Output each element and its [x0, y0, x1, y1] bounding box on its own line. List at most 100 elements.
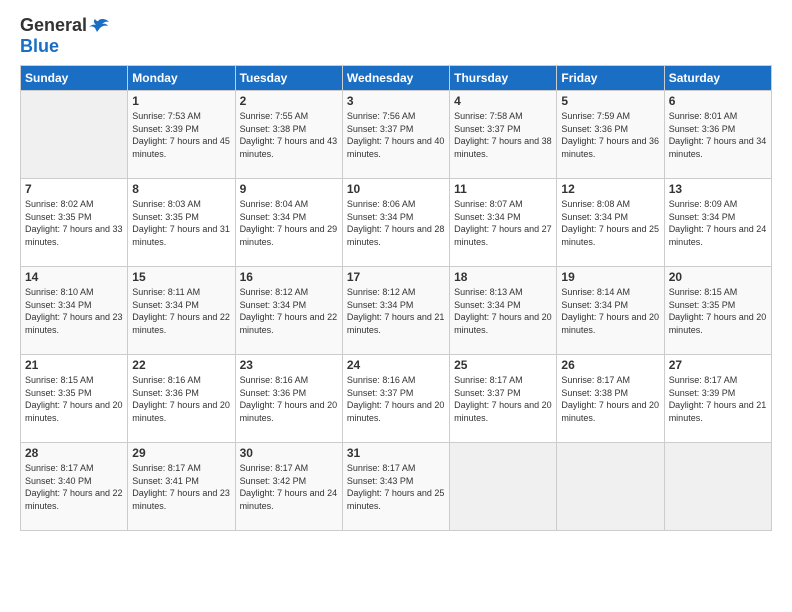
calendar-cell: 21Sunrise: 8:15 AMSunset: 3:35 PMDayligh… — [21, 355, 128, 443]
cell-details: Sunrise: 8:10 AMSunset: 3:34 PMDaylight:… — [25, 286, 123, 336]
day-number: 30 — [240, 446, 338, 460]
cell-details: Sunrise: 8:15 AMSunset: 3:35 PMDaylight:… — [669, 286, 767, 336]
day-number: 19 — [561, 270, 659, 284]
calendar-cell: 5 Sunrise: 7:59 AMSunset: 3:36 PMDaylight… — [557, 91, 664, 179]
cell-details: Sunrise: 7:55 AMSunset: 3:38 PMDaylight:… — [240, 110, 338, 160]
calendar-cell: 13 Sunrise: 8:09 AMSunset: 3:34 PMDayligh… — [664, 179, 771, 267]
day-number: 2 — [240, 94, 338, 108]
cell-details: Sunrise: 7:58 AMSunset: 3:37 PMDaylight:… — [454, 110, 552, 160]
cell-details: Sunrise: 8:17 AMSunset: 3:39 PMDaylight:… — [669, 374, 767, 424]
weekday-header-saturday: Saturday — [664, 66, 771, 91]
calendar-cell: 26 Sunrise: 8:17 AMSunset: 3:38 PMDayligh… — [557, 355, 664, 443]
day-number: 6 — [669, 94, 767, 108]
calendar-week-row: 21Sunrise: 8:15 AMSunset: 3:35 PMDayligh… — [21, 355, 772, 443]
day-number: 29 — [132, 446, 230, 460]
day-number: 28 — [25, 446, 123, 460]
calendar-cell: 28Sunrise: 8:17 AMSunset: 3:40 PMDayligh… — [21, 443, 128, 531]
header: General Blue — [20, 15, 772, 57]
cell-details: Sunrise: 8:04 AMSunset: 3:34 PMDaylight:… — [240, 198, 338, 248]
cell-details: Sunrise: 8:16 AMSunset: 3:36 PMDaylight:… — [240, 374, 338, 424]
day-number: 31 — [347, 446, 445, 460]
calendar-cell: 22 Sunrise: 8:16 AMSunset: 3:36 PMDayligh… — [128, 355, 235, 443]
day-number: 7 — [25, 182, 123, 196]
cell-details: Sunrise: 8:14 AMSunset: 3:34 PMDaylight:… — [561, 286, 659, 336]
calendar-cell: 9 Sunrise: 8:04 AMSunset: 3:34 PMDaylight… — [235, 179, 342, 267]
cell-details: Sunrise: 8:06 AMSunset: 3:34 PMDaylight:… — [347, 198, 445, 248]
calendar-cell: 17Sunrise: 8:12 AMSunset: 3:34 PMDayligh… — [342, 267, 449, 355]
cell-details: Sunrise: 7:56 AMSunset: 3:37 PMDaylight:… — [347, 110, 445, 160]
cell-details: Sunrise: 8:07 AMSunset: 3:34 PMDaylight:… — [454, 198, 552, 248]
calendar-week-row: 7 Sunrise: 8:02 AMSunset: 3:35 PMDaylight… — [21, 179, 772, 267]
day-number: 16 — [240, 270, 338, 284]
calendar-cell: 3 Sunrise: 7:56 AMSunset: 3:37 PMDaylight… — [342, 91, 449, 179]
day-number: 22 — [132, 358, 230, 372]
cell-details: Sunrise: 8:03 AMSunset: 3:35 PMDaylight:… — [132, 198, 230, 248]
day-number: 27 — [669, 358, 767, 372]
calendar-cell — [450, 443, 557, 531]
cell-details: Sunrise: 8:12 AMSunset: 3:34 PMDaylight:… — [240, 286, 338, 336]
calendar-week-row: 14 Sunrise: 8:10 AMSunset: 3:34 PMDayligh… — [21, 267, 772, 355]
logo-blue-text: Blue — [20, 36, 59, 56]
calendar-cell: 11Sunrise: 8:07 AMSunset: 3:34 PMDayligh… — [450, 179, 557, 267]
cell-details: Sunrise: 8:17 AMSunset: 3:42 PMDaylight:… — [240, 462, 338, 512]
calendar-cell: 14 Sunrise: 8:10 AMSunset: 3:34 PMDayligh… — [21, 267, 128, 355]
cell-details: Sunrise: 8:16 AMSunset: 3:36 PMDaylight:… — [132, 374, 230, 424]
calendar-week-row: 28Sunrise: 8:17 AMSunset: 3:40 PMDayligh… — [21, 443, 772, 531]
cell-details: Sunrise: 8:01 AMSunset: 3:36 PMDaylight:… — [669, 110, 767, 160]
calendar-cell: 16 Sunrise: 8:12 AMSunset: 3:34 PMDayligh… — [235, 267, 342, 355]
day-number: 10 — [347, 182, 445, 196]
day-number: 13 — [669, 182, 767, 196]
page: General Blue SundayMondayTuesdayWednesda… — [0, 0, 792, 612]
day-number: 23 — [240, 358, 338, 372]
day-number: 3 — [347, 94, 445, 108]
cell-details: Sunrise: 8:09 AMSunset: 3:34 PMDaylight:… — [669, 198, 767, 248]
logo-bird-icon — [89, 18, 109, 34]
calendar-cell — [557, 443, 664, 531]
cell-details: Sunrise: 8:08 AMSunset: 3:34 PMDaylight:… — [561, 198, 659, 248]
calendar: SundayMondayTuesdayWednesdayThursdayFrid… — [20, 65, 772, 531]
weekday-header-tuesday: Tuesday — [235, 66, 342, 91]
day-number: 18 — [454, 270, 552, 284]
calendar-cell: 4 Sunrise: 7:58 AMSunset: 3:37 PMDaylight… — [450, 91, 557, 179]
cell-details: Sunrise: 8:13 AMSunset: 3:34 PMDaylight:… — [454, 286, 552, 336]
calendar-cell: 12 Sunrise: 8:08 AMSunset: 3:34 PMDayligh… — [557, 179, 664, 267]
cell-details: Sunrise: 8:17 AMSunset: 3:37 PMDaylight:… — [454, 374, 552, 424]
day-number: 20 — [669, 270, 767, 284]
calendar-cell: 27 Sunrise: 8:17 AMSunset: 3:39 PMDayligh… — [664, 355, 771, 443]
day-number: 5 — [561, 94, 659, 108]
day-number: 26 — [561, 358, 659, 372]
calendar-cell: 18 Sunrise: 8:13 AMSunset: 3:34 PMDayligh… — [450, 267, 557, 355]
cell-details: Sunrise: 7:59 AMSunset: 3:36 PMDaylight:… — [561, 110, 659, 160]
calendar-cell — [21, 91, 128, 179]
calendar-week-row: 1Sunrise: 7:53 AMSunset: 3:39 PMDaylight… — [21, 91, 772, 179]
weekday-header-monday: Monday — [128, 66, 235, 91]
cell-details: Sunrise: 8:02 AMSunset: 3:35 PMDaylight:… — [25, 198, 123, 248]
cell-details: Sunrise: 8:16 AMSunset: 3:37 PMDaylight:… — [347, 374, 445, 424]
calendar-cell: 31Sunrise: 8:17 AMSunset: 3:43 PMDayligh… — [342, 443, 449, 531]
calendar-cell: 7 Sunrise: 8:02 AMSunset: 3:35 PMDaylight… — [21, 179, 128, 267]
calendar-cell: 1Sunrise: 7:53 AMSunset: 3:39 PMDaylight… — [128, 91, 235, 179]
cell-details: Sunrise: 8:17 AMSunset: 3:41 PMDaylight:… — [132, 462, 230, 512]
day-number: 17 — [347, 270, 445, 284]
logo-general-text: General — [20, 15, 87, 36]
day-number: 21 — [25, 358, 123, 372]
calendar-cell: 19 Sunrise: 8:14 AMSunset: 3:34 PMDayligh… — [557, 267, 664, 355]
day-number: 4 — [454, 94, 552, 108]
day-number: 14 — [25, 270, 123, 284]
calendar-cell: 24 Sunrise: 8:16 AMSunset: 3:37 PMDayligh… — [342, 355, 449, 443]
weekday-header-sunday: Sunday — [21, 66, 128, 91]
cell-details: Sunrise: 8:17 AMSunset: 3:38 PMDaylight:… — [561, 374, 659, 424]
calendar-cell: 29 Sunrise: 8:17 AMSunset: 3:41 PMDayligh… — [128, 443, 235, 531]
day-number: 12 — [561, 182, 659, 196]
day-number: 24 — [347, 358, 445, 372]
calendar-cell: 25Sunrise: 8:17 AMSunset: 3:37 PMDayligh… — [450, 355, 557, 443]
day-number: 9 — [240, 182, 338, 196]
calendar-cell: 10 Sunrise: 8:06 AMSunset: 3:34 PMDayligh… — [342, 179, 449, 267]
calendar-cell: 8Sunrise: 8:03 AMSunset: 3:35 PMDaylight… — [128, 179, 235, 267]
calendar-cell: 2 Sunrise: 7:55 AMSunset: 3:38 PMDaylight… — [235, 91, 342, 179]
calendar-cell: 6 Sunrise: 8:01 AMSunset: 3:36 PMDaylight… — [664, 91, 771, 179]
weekday-header-friday: Friday — [557, 66, 664, 91]
day-number: 1 — [132, 94, 230, 108]
calendar-cell: 30 Sunrise: 8:17 AMSunset: 3:42 PMDayligh… — [235, 443, 342, 531]
day-number: 15 — [132, 270, 230, 284]
